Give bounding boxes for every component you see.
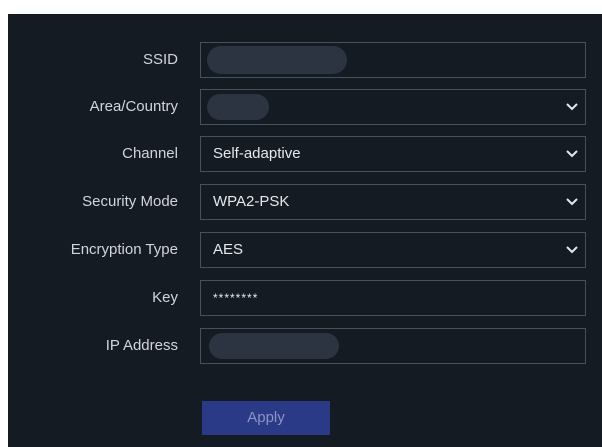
ssid-label: SSID xyxy=(142,51,178,68)
ssid-input[interactable] xyxy=(200,42,586,78)
area-country-row: Area/Country xyxy=(8,89,602,125)
chevron-down-icon[interactable] xyxy=(565,101,579,113)
channel-value: Self-adaptive xyxy=(213,145,301,162)
area-country-select[interactable] xyxy=(200,89,586,125)
encryption-type-row: Encryption Type AES xyxy=(8,232,602,268)
ip-address-row: IP Address xyxy=(8,328,602,364)
security-mode-value: WPA2-PSK xyxy=(213,193,290,210)
redacted-ssid-mask xyxy=(207,46,347,74)
security-mode-row: Security Mode WPA2-PSK xyxy=(8,184,602,220)
area-country-label: Area/Country xyxy=(89,98,178,115)
redacted-area-mask xyxy=(207,94,269,120)
ssid-row: SSID xyxy=(8,42,602,78)
apply-button[interactable]: Apply xyxy=(202,401,330,435)
chevron-down-icon[interactable] xyxy=(565,244,579,256)
ip-address-label: IP Address xyxy=(105,337,178,354)
ip-address-input[interactable] xyxy=(200,328,586,364)
channel-row: Channel Self-adaptive xyxy=(8,136,602,172)
encryption-type-label: Encryption Type xyxy=(70,241,178,258)
security-mode-label: Security Mode xyxy=(82,193,178,210)
encryption-type-value: AES xyxy=(213,241,244,258)
key-value: ******** xyxy=(213,291,259,305)
wifi-settings-panel: SSID Area/Country Channel Self-adaptive … xyxy=(8,14,602,447)
channel-label: Channel xyxy=(122,145,178,162)
channel-select[interactable]: Self-adaptive xyxy=(200,136,586,172)
chevron-down-icon[interactable] xyxy=(565,196,579,208)
chevron-down-icon[interactable] xyxy=(565,148,579,160)
key-label: Key xyxy=(152,289,178,306)
encryption-type-select[interactable]: AES xyxy=(200,232,586,268)
key-password-input[interactable]: ******** xyxy=(200,280,586,316)
security-mode-select[interactable]: WPA2-PSK xyxy=(200,184,586,220)
key-row: Key ******** xyxy=(8,280,602,316)
redacted-ip-mask xyxy=(209,333,339,359)
